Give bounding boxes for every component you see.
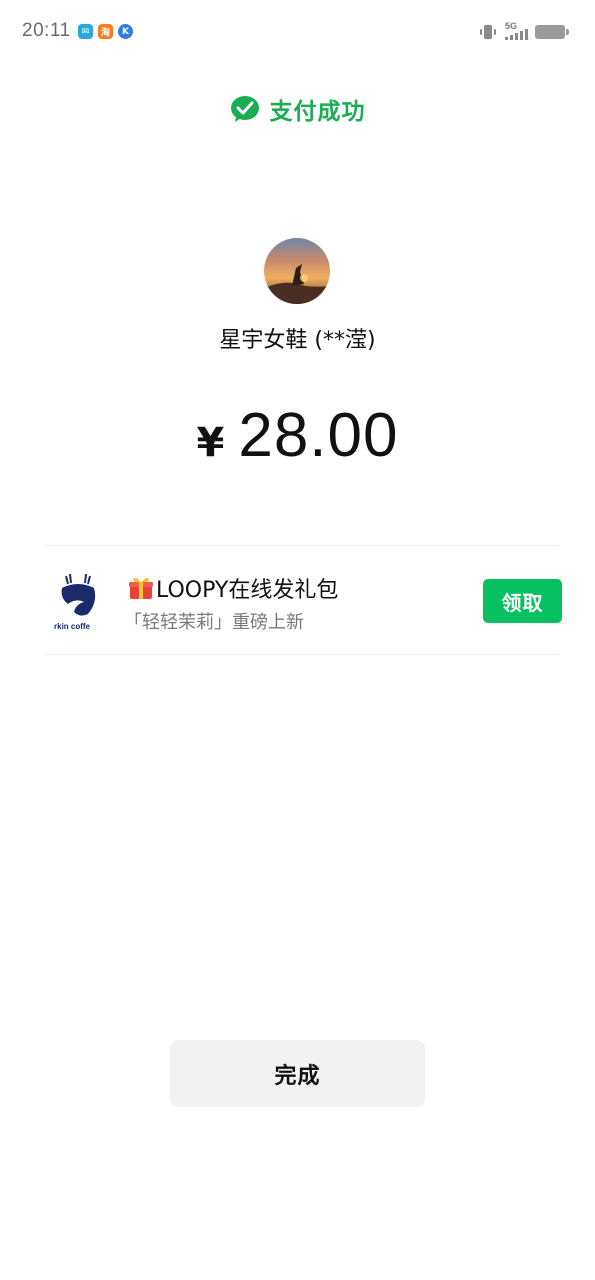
- promo-title-text: LOOPY在线发礼包: [156, 578, 339, 603]
- k-app-icon: K: [118, 24, 133, 39]
- success-title: 支付成功: [269, 99, 366, 125]
- promo-card[interactable]: rkin coffe LOOPY在线发礼包 「轻轻茉莉」重磅上新 领取: [44, 545, 562, 655]
- wechat-pay-check-icon: [230, 96, 259, 122]
- logo-text: rkin coffe: [54, 622, 91, 631]
- system-icons: 5G: [479, 21, 569, 42]
- promo-title: LOOPY在线发礼包: [128, 572, 338, 604]
- claim-button[interactable]: 领取: [483, 579, 562, 623]
- signal-icon: 5G: [503, 21, 529, 42]
- status-time: 20:11: [22, 20, 71, 41]
- status-bar: 20:11 ✉ 淘 K 5G: [0, 0, 595, 64]
- amount-value: 28.00: [238, 401, 399, 470]
- promo-subtitle: 「轻轻茉莉」重磅上新: [124, 612, 304, 633]
- vibrate-icon: [480, 25, 496, 39]
- taobao-app-icon: 淘: [98, 24, 113, 39]
- notification-icons: ✉ 淘 K: [78, 24, 133, 39]
- message-app-icon: ✉: [78, 24, 93, 39]
- merchant-name: 星宇女鞋 (**滢): [219, 328, 376, 353]
- luckin-coffee-logo: rkin coffe: [54, 573, 96, 631]
- payment-amount: ¥ 28.00: [0, 400, 595, 471]
- payment-success-header: 支付成功: [0, 92, 595, 126]
- done-button[interactable]: 完成: [170, 1040, 425, 1107]
- gift-icon: [129, 577, 153, 599]
- battery-icon: [535, 25, 569, 39]
- currency-symbol: ¥: [196, 420, 225, 466]
- merchant-avatar: [264, 238, 330, 304]
